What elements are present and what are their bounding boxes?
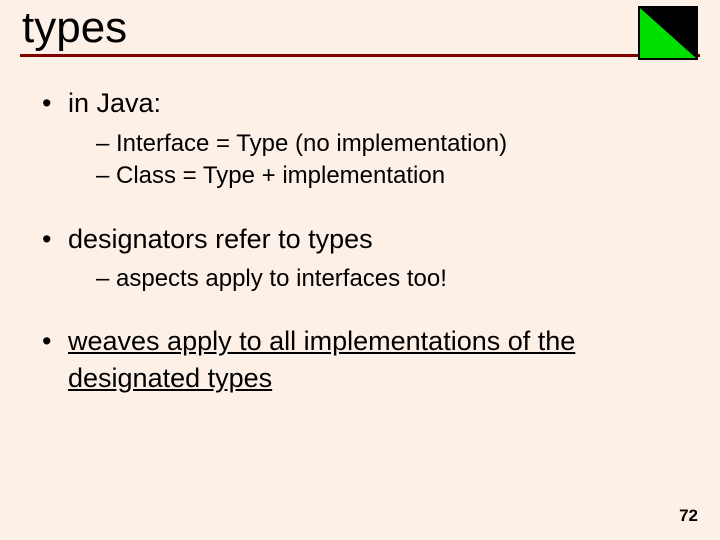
slide: types in Java: Interface = Type (no impl… bbox=[0, 0, 720, 540]
bullet-text-underlined: weaves apply to all implementations of t… bbox=[68, 326, 575, 392]
bullet-text: in Java: bbox=[68, 88, 161, 118]
triangle-icon bbox=[638, 6, 698, 60]
bullet-list: in Java: Interface = Type (no implementa… bbox=[40, 85, 690, 396]
sub-bullet-text: Class = Type + implementation bbox=[116, 162, 445, 189]
sub-list: aspects apply to interfaces too! bbox=[68, 263, 690, 295]
sub-list: Interface = Type (no implementation) Cla… bbox=[68, 128, 690, 193]
corner-logo bbox=[638, 6, 698, 60]
sub-bullet-text: Interface = Type (no implementation) bbox=[116, 130, 507, 157]
slide-body: in Java: Interface = Type (no implementa… bbox=[20, 67, 700, 396]
list-item: Interface = Type (no implementation) bbox=[96, 128, 690, 160]
bullet-text: designators refer to types bbox=[68, 224, 373, 254]
sub-bullet-text: aspects apply to interfaces too! bbox=[116, 265, 447, 292]
title-area: types bbox=[20, 0, 700, 57]
list-item: Class = Type + implementation bbox=[96, 160, 690, 192]
list-item: designators refer to types aspects apply… bbox=[40, 221, 690, 296]
list-item: weaves apply to all implementations of t… bbox=[40, 323, 690, 396]
list-item: aspects apply to interfaces too! bbox=[96, 263, 690, 295]
list-item: in Java: Interface = Type (no implementa… bbox=[40, 85, 690, 192]
page-number: 72 bbox=[679, 506, 698, 526]
slide-title: types bbox=[20, 4, 700, 54]
